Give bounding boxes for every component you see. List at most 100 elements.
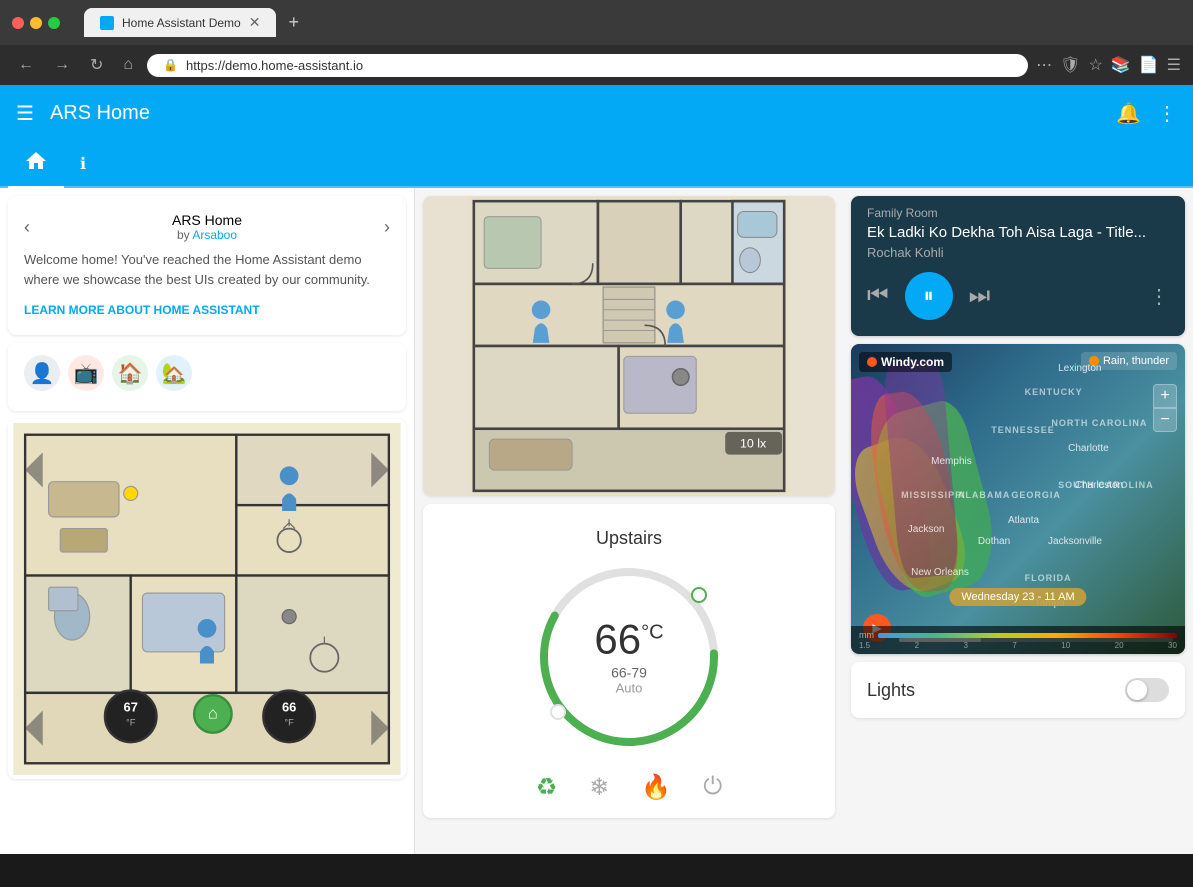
thermostat-mode: Auto — [594, 681, 663, 696]
home-blue-dashboard-icon[interactable]: 🏡 — [156, 355, 192, 391]
card-header: ‹ ARS Home by Arsaboo › — [24, 212, 390, 242]
thermostat-controls: ♻ ❄ 🔥 ⏻ — [439, 773, 819, 802]
media-dashboard-icon[interactable]: 📺 — [68, 355, 104, 391]
city-atlanta: Atlanta — [1008, 515, 1039, 526]
svg-text:°F: °F — [126, 718, 136, 728]
svg-text:10 lx: 10 lx — [740, 436, 767, 450]
legend-gradient — [878, 633, 1177, 638]
title-bar: Home Assistant Demo ✕ + — [0, 0, 1193, 45]
svg-text:°F: °F — [284, 718, 294, 728]
city-jacksonville: Jacksonville — [1048, 536, 1102, 547]
more-options-icon[interactable]: ⋮ — [1157, 101, 1177, 126]
maximize-window-button[interactable] — [48, 17, 60, 29]
back-button[interactable]: ← — [12, 52, 40, 78]
nav-next-button[interactable]: › — [384, 217, 390, 238]
bookmark-icon[interactable]: ☆ — [1088, 55, 1102, 75]
svg-text:66: 66 — [282, 700, 296, 715]
tabs-bar: ℹ — [0, 141, 1193, 188]
app-title: ARS Home — [50, 102, 1116, 125]
media-room-label: Family Room — [851, 196, 1185, 224]
media-play-pause-button[interactable]: ⏸ — [905, 272, 953, 320]
thermostat-dial: 66°C 66-79 Auto — [529, 557, 729, 757]
menu-icon[interactable]: ☰ — [1167, 55, 1181, 75]
weather-legend: mm 1.5 2 3 7 10 20 30 — [851, 626, 1185, 654]
media-next-button[interactable]: ⏭ — [969, 282, 991, 310]
person-dashboard-icon[interactable]: 👤 — [24, 355, 60, 391]
tab-info[interactable]: ℹ — [64, 141, 102, 186]
svg-text:67: 67 — [124, 700, 138, 715]
browser-nav: ← → ↻ ⌂ 🔒 https://demo.home-assistant.io… — [0, 45, 1193, 85]
media-more-button[interactable]: ⋮ — [1149, 284, 1169, 309]
thermostat-eco-button[interactable]: ♻ — [536, 773, 558, 802]
city-jackson: Jackson — [908, 524, 945, 535]
toggle-knob — [1127, 680, 1147, 700]
nav-prev-button[interactable]: ‹ — [24, 217, 30, 238]
city-memphis: Memphis — [931, 456, 972, 467]
thermostat-off-button[interactable]: ⏻ — [703, 773, 722, 802]
city-charlotte: Charlotte — [1068, 443, 1109, 454]
minimize-window-button[interactable] — [30, 17, 42, 29]
floorplan-image: 10 lx — [423, 196, 835, 496]
legend-values: 1.5 2 3 7 10 20 30 — [859, 641, 1177, 650]
learn-more-link[interactable]: LEARN MORE ABOUT HOME ASSISTANT — [24, 303, 260, 317]
window-controls — [12, 17, 60, 29]
close-window-button[interactable] — [12, 17, 24, 29]
dashboard-icon-list: 👤 📺 🏠 🏡 — [24, 351, 390, 395]
city-lexington: Lexington — [1058, 363, 1101, 374]
region-nc: NORTH CAROLINA — [1051, 418, 1147, 428]
region-georgia: GEORGIA — [1011, 490, 1061, 500]
reader-icon[interactable]: 📄 — [1139, 55, 1159, 75]
lights-card: Lights — [851, 662, 1185, 718]
card-title-group: ARS Home by Arsaboo — [172, 212, 242, 242]
thermostat-name: Upstairs — [439, 528, 819, 549]
media-controls: ⏮ ⏸ ⏭ ⋮ — [851, 272, 1185, 336]
tab-home[interactable] — [8, 141, 64, 186]
topbar: ☰ ARS Home 🔔 ⋮ — [0, 85, 1193, 141]
weather-map-card: Windy.com Rain, thunder + − Lexington KE — [851, 344, 1185, 654]
notifications-icon[interactable]: 🔔 — [1116, 101, 1141, 126]
media-song-title: Ek Ladki Ko Dekha Toh Aisa Laga - Title.… — [851, 224, 1185, 241]
thermostat-cool-button[interactable]: ❄ — [589, 773, 609, 802]
new-tab-button[interactable]: + — [280, 8, 307, 37]
home-dashboard-icon — [24, 149, 48, 173]
floorplan-card: 10 lx — [423, 196, 835, 496]
topbar-actions: 🔔 ⋮ — [1116, 101, 1177, 126]
lights-title: Lights — [867, 680, 915, 701]
lights-toggle[interactable] — [1125, 678, 1169, 702]
home-shield-dashboard-icon[interactable]: 🏠 — [112, 355, 148, 391]
author-link[interactable]: Arsaboo — [192, 228, 237, 242]
forward-button[interactable]: → — [48, 52, 76, 78]
main-content: ‹ ARS Home by Arsaboo › Welcome home! Yo… — [0, 188, 1193, 854]
active-tab[interactable]: Home Assistant Demo ✕ — [84, 8, 276, 37]
tab-bar: Home Assistant Demo ✕ + — [84, 8, 307, 37]
tab-close-button[interactable]: ✕ — [249, 14, 261, 31]
bookmarks-panel-icon[interactable]: 📚 — [1111, 55, 1131, 75]
info-card: ‹ ARS Home by Arsaboo › Welcome home! Yo… — [8, 196, 406, 335]
address-bar[interactable]: 🔒 https://demo.home-assistant.io — [147, 54, 1028, 77]
floorplan-detailed-svg: 10 lx — [423, 196, 835, 496]
region-alabama: ALABAMA — [958, 490, 1011, 500]
security-icon: 🔒 — [163, 58, 178, 72]
shield-icon[interactable]: 🛡 — [1060, 55, 1080, 75]
region-kentucky: KENTUCKY — [1025, 387, 1083, 397]
extensions-icon[interactable]: ⋯ — [1036, 55, 1052, 75]
reload-button[interactable]: ↻ — [84, 51, 109, 79]
thermostat-temp-value: 66°C — [594, 619, 663, 661]
weather-date-badge: Wednesday 23 - 11 AM — [949, 588, 1086, 606]
city-dothan: Dothan — [978, 536, 1010, 547]
media-prev-button[interactable]: ⏮ — [867, 282, 889, 310]
svg-text:⌂: ⌂ — [208, 705, 218, 723]
zoom-in-button[interactable]: + — [1153, 384, 1177, 408]
card-title: ARS Home — [172, 212, 242, 228]
thermostat-heat-button[interactable]: 🔥 — [641, 773, 671, 802]
card-author: by Arsaboo — [172, 228, 242, 242]
right-panel: Family Room Ek Ladki Ko Dekha Toh Aisa L… — [843, 188, 1193, 854]
middle-panel: 10 lx Upstairs — [415, 188, 843, 854]
map-zoom-controls: + − — [1153, 384, 1177, 432]
city-new-orleans: New Orleans — [911, 567, 969, 578]
region-tennessee: TENNESSEE — [991, 425, 1055, 435]
zoom-out-button[interactable]: − — [1153, 408, 1177, 432]
hamburger-menu-button[interactable]: ☰ — [16, 101, 34, 126]
home-button[interactable]: ⌂ — [117, 52, 139, 78]
left-floorplan-svg: 66 °F 67 °F ⌂ — [12, 423, 402, 775]
